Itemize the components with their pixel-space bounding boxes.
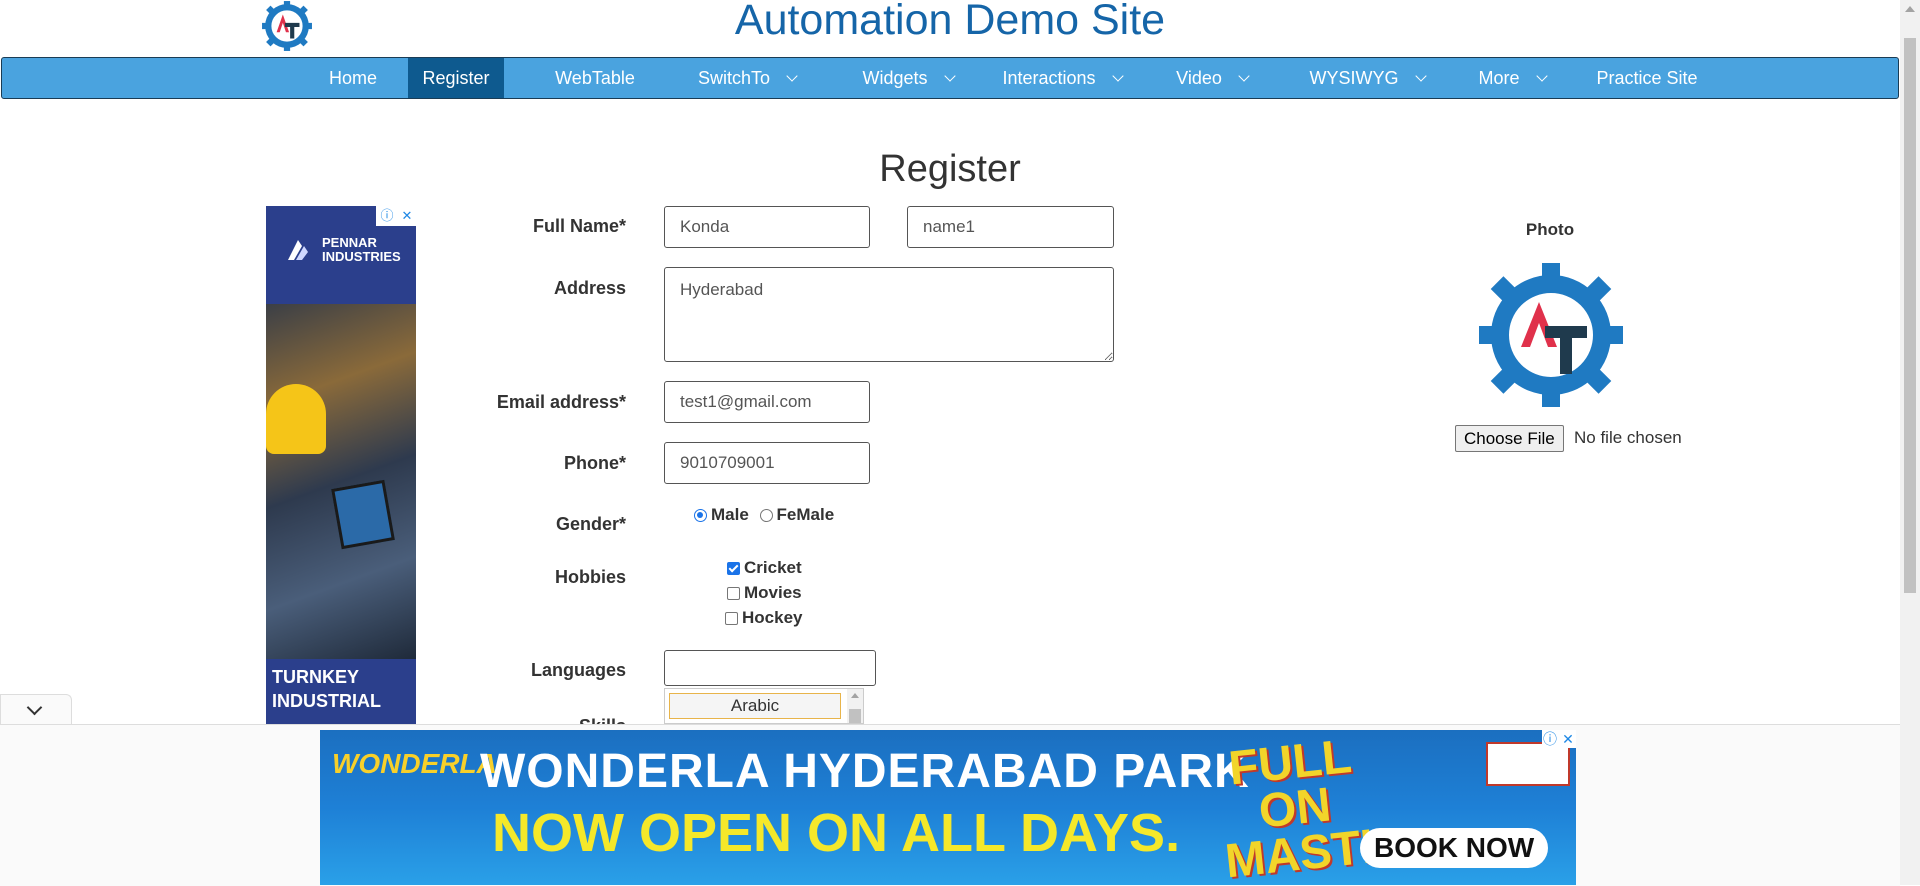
choose-file-button[interactable]: Choose File	[1455, 425, 1564, 452]
hobbies-label: Hobbies	[554, 567, 626, 587]
book-now-button[interactable]: BOOK NOW	[1360, 828, 1549, 868]
nav-interactions[interactable]: Interactions	[992, 58, 1132, 98]
chevron-down-icon	[26, 699, 43, 716]
nav-webtable[interactable]: WebTable	[532, 58, 658, 98]
gender-female-radio[interactable]	[759, 509, 773, 523]
bottom-ad-brand: WONDERLA	[332, 748, 497, 779]
scroll-up-arrow-icon[interactable]	[1905, 6, 1915, 12]
nav-more-label: More	[1478, 68, 1520, 88]
hobby-movies-checkbox[interactable]	[727, 587, 740, 601]
ad-collapse-tab[interactable]	[0, 694, 72, 724]
nav-interactions-label: Interactions	[1002, 68, 1096, 88]
bottom-ad-tagline: FULL ON MASTI	[1222, 730, 1377, 885]
nav-switchto-label: SwitchTo	[697, 68, 771, 88]
nav-practice-site[interactable]: Practice Site	[1582, 58, 1712, 98]
hobby-hockey-label: Hockey	[742, 608, 803, 627]
nav-register[interactable]: Register	[408, 58, 504, 98]
languages-label: Languages	[530, 660, 626, 680]
pennar-logo-icon	[288, 240, 308, 260]
left-side-ad[interactable]: PENNAR INDUSTRIES ⓘ ✕ TURNKEY INDUSTRIAL	[266, 206, 416, 726]
hobby-cricket-label: Cricket	[744, 558, 802, 577]
full-name-label: Full Name*	[532, 216, 626, 236]
email-input[interactable]	[664, 381, 870, 423]
chevron-down-icon	[1238, 70, 1250, 82]
nav-home-label: Home	[328, 68, 377, 88]
nav-video[interactable]: Video	[1152, 58, 1272, 98]
chevron-down-icon	[786, 70, 798, 82]
last-name-input[interactable]	[907, 206, 1114, 248]
info-icon[interactable]: ⓘ	[1542, 730, 1558, 748]
ad-choices[interactable]: ⓘ ✕	[1542, 730, 1576, 748]
ad-badge-icon	[1486, 742, 1570, 786]
bottom-ad-subheadline: NOW OPEN ON ALL DAYS.	[492, 803, 1181, 863]
nav-wysiwyg[interactable]: WYSIWYG	[1292, 58, 1442, 98]
gender-radio-group: Male FeMale	[694, 505, 834, 525]
nav-widgets[interactable]: Widgets	[838, 58, 978, 98]
gender-female-label: FeMale	[776, 505, 835, 524]
site-title: Automation Demo Site	[734, 0, 1166, 44]
page-title: Register	[879, 148, 1021, 190]
phone-label: Phone*	[563, 453, 626, 473]
nav-practice-site-label: Practice Site	[1596, 68, 1698, 88]
hobby-cricket-checkbox[interactable]	[727, 562, 740, 576]
file-status-text: No file chosen	[1574, 428, 1682, 447]
scroll-thumb[interactable]	[1904, 38, 1916, 593]
hobby-movies-label: Movies	[744, 583, 802, 602]
languages-list-scrollbar[interactable]	[847, 689, 863, 723]
info-icon[interactable]: ⓘ	[378, 206, 396, 226]
nav-more[interactable]: More	[1462, 58, 1562, 98]
chevron-down-icon	[1414, 70, 1427, 82]
address-label: Address	[553, 278, 626, 298]
bottom-banner-ad[interactable]: WONDERLA WONDERLA HYDERABAD PARK NOW OPE…	[320, 730, 1576, 885]
chevron-down-icon	[1535, 70, 1548, 82]
close-icon[interactable]: ✕	[1560, 730, 1576, 748]
helmet-shape	[266, 384, 326, 454]
left-ad-tagline: TURNKEY INDUSTRIAL	[266, 659, 416, 726]
close-icon[interactable]: ✕	[398, 206, 416, 226]
hobby-hockey: Hockey	[725, 608, 802, 628]
language-option[interactable]: Arabic	[669, 693, 841, 719]
nav-switchto[interactable]: SwitchTo	[682, 58, 812, 98]
languages-multiselect[interactable]	[664, 650, 876, 686]
nav-video-label: Video	[1176, 68, 1222, 88]
hobby-movies: Movies	[727, 583, 802, 603]
main-navbar: Home Register WebTable SwitchTo Widgets …	[1, 57, 1899, 99]
nav-webtable-label: WebTable	[555, 68, 635, 88]
first-name-input[interactable]	[664, 206, 870, 248]
ad-choices[interactable]: ⓘ ✕	[376, 206, 416, 226]
phone-input[interactable]	[664, 442, 870, 484]
gender-male-label: Male	[711, 505, 749, 524]
languages-dropdown-list[interactable]: Arabic	[664, 688, 864, 724]
gender-male-radio[interactable]	[694, 509, 707, 523]
left-ad-image	[266, 304, 416, 659]
photo-label: Photo	[1525, 220, 1575, 239]
bottom-ad-headline: WONDERLA HYDERABAD PARK	[480, 745, 1250, 798]
chevron-down-icon	[943, 70, 956, 82]
address-textarea[interactable]: Hyderabad	[664, 267, 1114, 362]
photo-preview-logo-icon	[1479, 263, 1623, 407]
tablet-shape	[331, 479, 395, 550]
chevron-down-icon	[1111, 70, 1124, 82]
page-scrollbar[interactable]	[1900, 0, 1920, 885]
left-ad-brand: PENNAR INDUSTRIES	[322, 235, 401, 264]
hobby-cricket: Cricket	[727, 558, 802, 578]
nav-register-label: Register	[422, 68, 490, 88]
email-label: Email address*	[496, 392, 626, 412]
hobby-hockey-checkbox[interactable]	[725, 612, 738, 626]
nav-home[interactable]: Home	[298, 58, 408, 98]
gender-label: Gender*	[555, 514, 626, 534]
nav-widgets-label: Widgets	[862, 68, 928, 88]
nav-wysiwyg-label: WYSIWYG	[1309, 68, 1399, 88]
